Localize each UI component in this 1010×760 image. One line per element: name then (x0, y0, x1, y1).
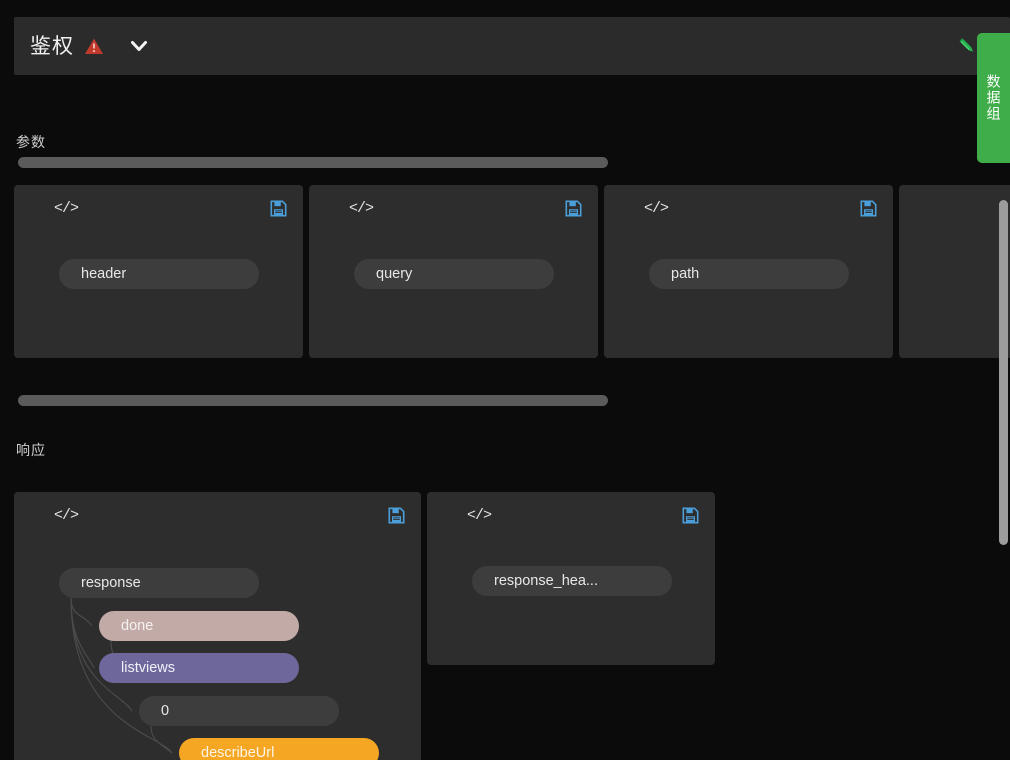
response-section-label: 响应 (16, 442, 46, 458)
tree-node-0[interactable]: 0 (139, 696, 339, 726)
save-floppy-icon[interactable] (860, 200, 877, 217)
response-node-headers[interactable]: response_hea... (472, 566, 672, 596)
tree-node-response[interactable]: response (59, 568, 259, 598)
response-card-response-headers[interactable]: </> response_hea... (427, 492, 715, 665)
param-node-query[interactable]: query (354, 259, 554, 289)
param-card-header[interactable]: </> header (14, 185, 303, 358)
save-floppy-icon[interactable] (270, 200, 287, 217)
page-title: 鉴权 (30, 34, 74, 58)
param-card-path[interactable]: </> path (604, 185, 893, 358)
code-icon[interactable]: </> (467, 508, 492, 523)
card-toolbar: </> (309, 185, 598, 231)
save-floppy-icon[interactable] (565, 200, 582, 217)
save-floppy-icon[interactable] (388, 507, 405, 524)
data-group-tab-label: 数据组 (985, 74, 1002, 122)
code-icon[interactable]: </> (54, 201, 79, 216)
app-root: 鉴权 数据组 参数 </> header </> query </> path … (0, 0, 1010, 760)
tree-node-describeUrl[interactable]: describeUrl (179, 738, 379, 760)
card-toolbar: </> (427, 492, 715, 538)
code-icon[interactable]: </> (54, 508, 79, 523)
params-card-row: </> header </> query </> path (14, 185, 1010, 358)
save-floppy-icon[interactable] (682, 507, 699, 524)
card-toolbar: </> (604, 185, 893, 231)
chevron-down-icon[interactable] (128, 35, 150, 57)
response-card-row: </> response done listviews 0 describeUrl </> r… (14, 492, 715, 760)
card-toolbar: </> (14, 185, 303, 231)
data-group-tab[interactable]: 数据组 (977, 33, 1010, 163)
param-card-partial[interactable] (899, 185, 1010, 358)
card-toolbar: </> (14, 492, 421, 538)
warning-triangle-icon (84, 36, 104, 56)
code-icon[interactable]: </> (644, 201, 669, 216)
params-scrollbar-bottom-thumb[interactable] (18, 395, 608, 406)
params-scrollbar-thumb[interactable] (18, 157, 608, 168)
param-node-header[interactable]: header (59, 259, 259, 289)
params-horizontal-scrollbar[interactable] (18, 157, 608, 168)
param-card-query[interactable]: </> query (309, 185, 598, 358)
vertical-scrollbar[interactable] (999, 200, 1008, 545)
params-horizontal-scrollbar-bottom[interactable] (18, 395, 608, 406)
page-header: 鉴权 (14, 17, 1010, 75)
code-icon[interactable]: </> (349, 201, 374, 216)
vertical-scrollbar-thumb[interactable] (999, 200, 1008, 545)
tree-node-listviews[interactable]: listviews (99, 653, 299, 683)
param-node-path[interactable]: path (649, 259, 849, 289)
response-card-response[interactable]: </> response done listviews 0 describeUrl (14, 492, 421, 760)
tree-node-done[interactable]: done (99, 611, 299, 641)
params-section-label: 参数 (16, 134, 46, 150)
